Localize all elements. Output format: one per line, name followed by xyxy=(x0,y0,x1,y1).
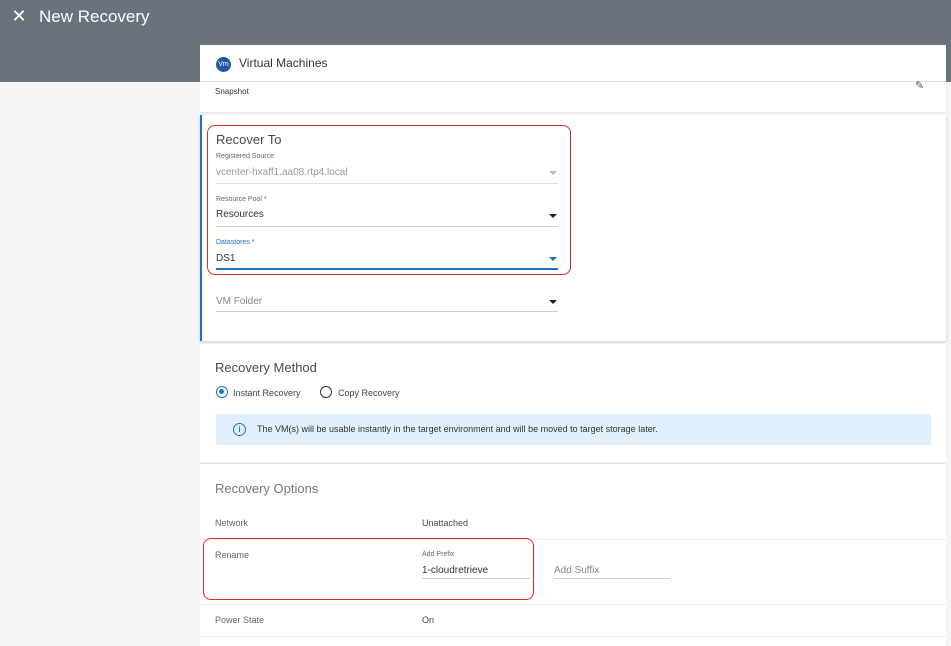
info-icon: i xyxy=(233,423,246,436)
vm-folder-select[interactable]: VM Folder xyxy=(216,296,262,307)
vm-icon: Vm xyxy=(216,57,231,72)
vm-folder-dropdown-icon[interactable] xyxy=(549,300,557,304)
vm-folder-underline xyxy=(216,311,558,312)
snapshot-row: Snapshot ✎ xyxy=(200,79,946,113)
recovery-method-heading: Recovery Method xyxy=(215,360,317,375)
info-text: The VM(s) will be usable instantly in th… xyxy=(257,424,658,434)
add-suffix-input[interactable] xyxy=(554,562,670,579)
copy-recovery-radio[interactable] xyxy=(320,386,332,398)
rename-highlight xyxy=(203,538,534,600)
close-icon[interactable]: ✕ xyxy=(9,6,29,26)
row-divider xyxy=(200,636,946,637)
instant-recovery-radio[interactable] xyxy=(216,386,228,398)
row-divider xyxy=(200,604,946,605)
page-title: New Recovery xyxy=(39,7,150,26)
vm-section-title: Virtual Machines xyxy=(239,56,328,70)
recovery-options-heading: Recovery Options xyxy=(215,481,319,496)
vm-section-header: Vm Virtual Machines xyxy=(200,45,946,82)
recover-to-highlight xyxy=(207,125,571,275)
copy-recovery-label[interactable]: Copy Recovery xyxy=(338,388,400,398)
power-state-label: Power State xyxy=(215,615,265,625)
edit-pencil-icon[interactable]: ✎ xyxy=(915,79,927,92)
info-banner: i The VM(s) will be usable instantly in … xyxy=(216,414,931,445)
snapshot-label: Snapshot xyxy=(215,87,249,96)
instant-recovery-label[interactable]: Instant Recovery xyxy=(233,388,301,398)
network-value[interactable]: Unattached xyxy=(422,518,468,528)
recovery-method-card: Recovery Method Instant Recovery Copy Re… xyxy=(200,344,946,462)
power-state-value[interactable]: On xyxy=(422,615,434,625)
network-label: Network xyxy=(215,518,249,528)
